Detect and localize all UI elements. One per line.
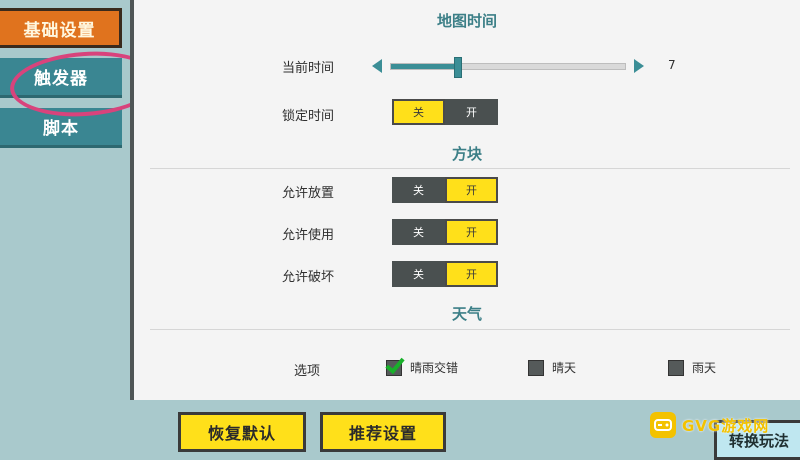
checkbox[interactable] [528, 359, 544, 376]
sidebar-tab-label: 触发器 [34, 69, 88, 89]
recommended-settings-button[interactable]: 推荐设置 [320, 412, 446, 452]
toggle-off-option[interactable]: 关 [392, 219, 445, 245]
sidebar-tab-label: 脚本 [43, 119, 79, 139]
toggle-on-option[interactable]: 开 [445, 261, 498, 287]
watermark-text: GVG游戏网 [682, 416, 770, 435]
section-title-block: 方块 [451, 145, 482, 163]
toggle-off-option[interactable]: 关 [392, 261, 445, 287]
divider [150, 329, 790, 330]
allow-place-toggle[interactable]: 关 开 [392, 177, 498, 203]
allow-use-label: 允许使用 [281, 228, 334, 243]
current-time-label: 当前时间 [281, 61, 334, 76]
slider-decrease-arrow-icon[interactable] [372, 59, 382, 73]
weather-option-label: 雨天 [692, 361, 717, 375]
allow-break-label: 允许破坏 [281, 270, 334, 285]
restore-default-button[interactable]: 恢复默认 [178, 412, 306, 452]
weather-option-label: 晴天 [552, 361, 577, 375]
weather-option-label: 晴雨交错 [410, 361, 459, 375]
button-label: 推荐设置 [348, 424, 417, 443]
slider-increase-arrow-icon[interactable] [634, 59, 644, 73]
divider [150, 168, 790, 169]
sidebar-tab-triggers[interactable]: 触发器 [0, 58, 122, 98]
sidebar-tab-scripts[interactable]: 脚本 [0, 108, 122, 148]
weather-option-sunny[interactable]: 晴天 [528, 359, 576, 376]
checkbox[interactable] [386, 359, 402, 376]
allow-use-toggle[interactable]: 关 开 [392, 219, 498, 245]
slider-track[interactable] [390, 57, 626, 78]
toggle-off-option[interactable]: 关 [392, 177, 445, 203]
toggle-on-option[interactable]: 开 [445, 99, 498, 125]
allow-place-label: 允许放置 [281, 186, 334, 201]
toggle-on-option[interactable]: 开 [445, 177, 498, 203]
slider-fill [391, 64, 457, 69]
current-time-slider[interactable] [372, 55, 644, 78]
current-time-value: 7 [668, 58, 676, 72]
weather-option-mixed[interactable]: 晴雨交错 [386, 359, 458, 376]
sidebar-tab-label: 基础设置 [23, 20, 96, 41]
gamepad-icon [650, 412, 676, 438]
button-label: 恢复默认 [207, 424, 276, 443]
settings-panel: 地图时间 当前时间 7 锁定时间 关 开 方块 允许放置 关 开 允许使用 关 … [130, 0, 800, 400]
lock-time-label: 锁定时间 [281, 109, 334, 124]
watermark: GVG游戏网 [650, 408, 800, 442]
weather-option-rainy[interactable]: 雨天 [668, 359, 716, 376]
allow-break-toggle[interactable]: 关 开 [392, 261, 498, 287]
checkbox[interactable] [668, 359, 684, 376]
sidebar: 基础设置 触发器 脚本 [0, 0, 130, 450]
section-title-map-time: 地图时间 [436, 12, 497, 30]
sidebar-tab-basic-settings[interactable]: 基础设置 [0, 8, 122, 48]
toggle-off-option[interactable]: 关 [392, 99, 445, 125]
slider-thumb[interactable] [453, 57, 462, 78]
toggle-on-option[interactable]: 开 [445, 219, 498, 245]
weather-options-label: 选项 [293, 364, 320, 379]
section-title-weather: 天气 [451, 305, 482, 323]
lock-time-toggle[interactable]: 关 开 [392, 99, 498, 125]
